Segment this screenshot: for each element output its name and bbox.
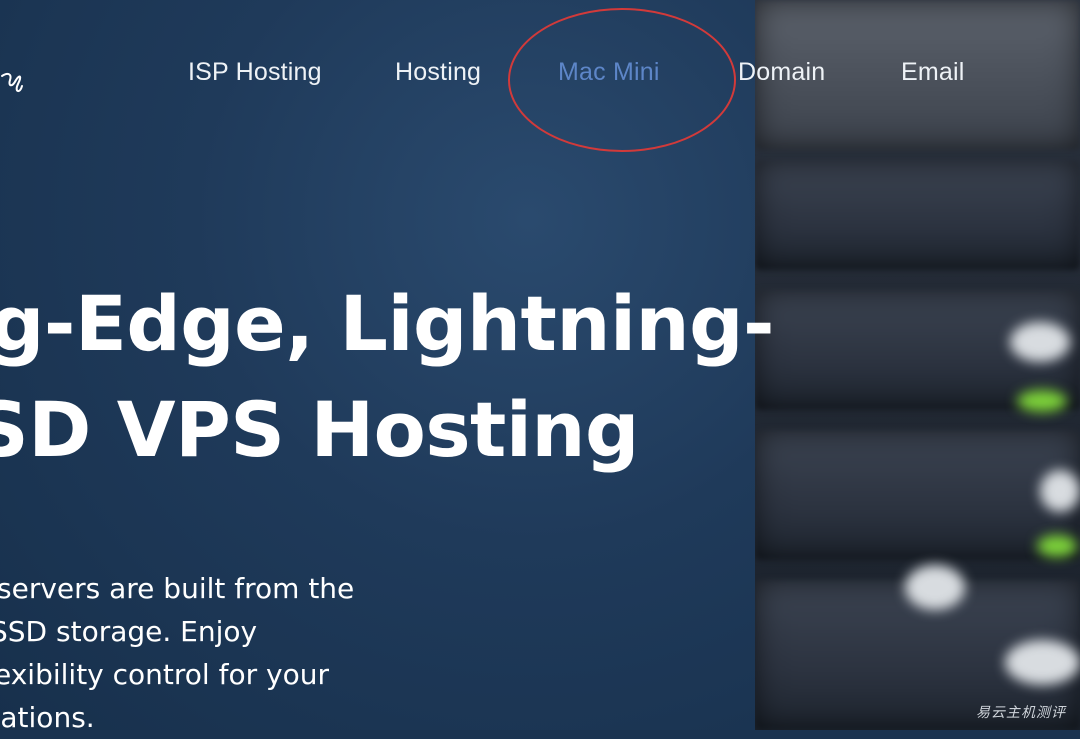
hero-headline-line1: g-Edge, Lightning- bbox=[0, 279, 775, 368]
nav-item-hosting[interactable]: Hosting bbox=[395, 58, 481, 87]
hero-description-line: servers are built from the bbox=[0, 572, 355, 605]
hero-description-line: exibility control for your bbox=[0, 658, 329, 691]
server-rack-photo bbox=[755, 0, 1080, 730]
rack-light bbox=[1017, 390, 1067, 412]
rack-light bbox=[1010, 322, 1070, 362]
nav-item-email[interactable]: Email bbox=[901, 58, 965, 87]
nav-item-isp-hosting[interactable]: ISP Hosting bbox=[188, 58, 322, 87]
rack-unit bbox=[755, 430, 1080, 560]
rack-light bbox=[1040, 470, 1080, 512]
hero-description-line: SSD storage. Enjoy bbox=[0, 615, 258, 648]
watermark: 易云主机测评 bbox=[976, 705, 1066, 721]
rack-light bbox=[905, 565, 965, 610]
rack-unit bbox=[755, 160, 1080, 270]
nav-item-mac-mini[interactable]: Mac Mini bbox=[558, 58, 660, 87]
rack-light bbox=[1005, 640, 1080, 685]
hero-description-line: cations. bbox=[0, 701, 95, 734]
nav-item-domain[interactable]: Domain bbox=[738, 58, 825, 87]
rack-light bbox=[1037, 535, 1077, 557]
main-nav: ISP Hosting Hosting Mac Mini Domain Emai… bbox=[0, 58, 1080, 98]
hero-headline-line2: SD VPS Hosting bbox=[0, 385, 639, 474]
